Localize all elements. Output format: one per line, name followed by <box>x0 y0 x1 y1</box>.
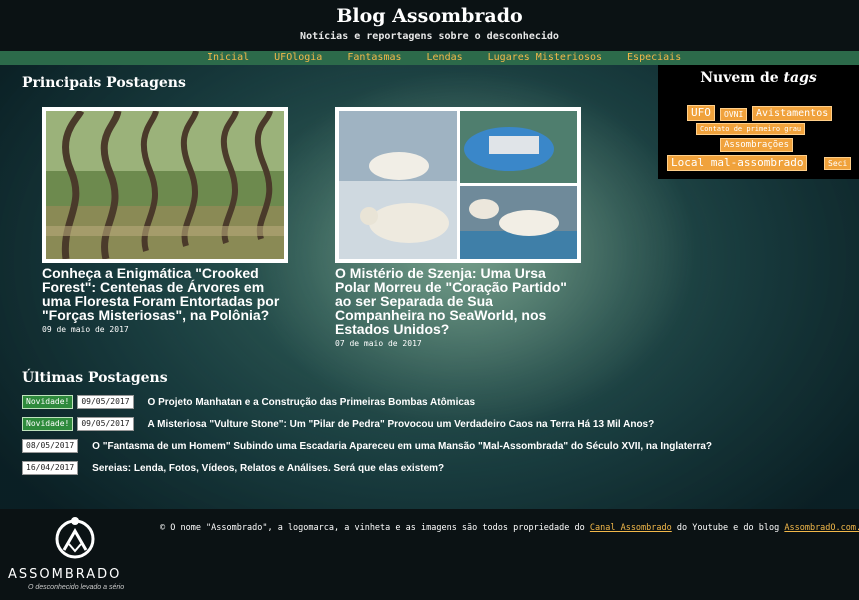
nav-item-lugares-misteriosos[interactable]: Lugares Misteriosos <box>488 51 602 64</box>
latest-post-title[interactable]: Sereias: Lenda, Fotos, Vídeos, Relatos e… <box>92 463 444 474</box>
site-subtitle: Notícias e reportagens sobre o desconhec… <box>300 31 559 42</box>
post-thumbnail-forest[interactable] <box>42 107 288 263</box>
main-nav: Inicial UFOlogia Fantasmas Lendas Lugare… <box>0 51 859 65</box>
date-badge: 08/05/2017 <box>22 439 79 453</box>
post-thumbnail-polar-bears[interactable] <box>335 107 581 263</box>
blog-domain-link[interactable]: AssombradO.com.br <box>784 523 859 533</box>
tag-ufo[interactable]: UFO <box>687 105 715 121</box>
tag-ovni[interactable]: OVNI <box>720 108 748 121</box>
logo-slogan: O desconhecido levado a sério <box>28 584 125 591</box>
nav-item-ufologia[interactable]: UFOlogia <box>274 51 322 64</box>
latest-post-title[interactable]: O Projeto Manhatan e a Construção das Pr… <box>148 397 476 408</box>
nav-item-especiais[interactable]: Especiais <box>627 51 681 64</box>
tag-seci[interactable]: Seci <box>824 157 852 170</box>
tag-assombracoes[interactable]: Assombrações <box>720 138 794 152</box>
latest-post-row[interactable]: Novidade! 09/05/2017 A Misteriosa "Vultu… <box>22 417 654 431</box>
nav-item-fantasmas[interactable]: Fantasmas <box>347 51 401 64</box>
new-badge: Novidade! <box>22 417 74 431</box>
nav-item-lendas[interactable]: Lendas <box>427 51 463 64</box>
featured-post[interactable]: Conheça a Enigmática "Crooked Forest": C… <box>42 107 290 334</box>
site-header: Blog Assombrado Notícias e reportagens s… <box>0 0 859 51</box>
site-title[interactable]: Blog Assombrado <box>0 5 859 27</box>
canal-assombrado-link[interactable]: Canal Assombrado <box>590 523 672 533</box>
post-title[interactable]: O Mistério de Szenja: Uma Ursa Polar Mor… <box>335 266 583 336</box>
nav-item-inicial[interactable]: Inicial <box>207 51 249 64</box>
site-footer: ASSOMBRADO O desconhecido levado a sério… <box>0 509 859 600</box>
latest-post-title[interactable]: O "Fantasma de um Homem" Subindo uma Esc… <box>92 441 712 452</box>
date-badge: 09/05/2017 <box>77 417 134 431</box>
date-badge: 09/05/2017 <box>77 395 134 409</box>
post-date: 07 de maio de 2017 <box>335 339 422 348</box>
latest-section-title: Últimas Postagens <box>22 370 168 386</box>
post-date: 09 de maio de 2017 <box>42 325 129 334</box>
post-title[interactable]: Conheça a Enigmática "Crooked Forest": C… <box>42 266 290 322</box>
latest-post-row[interactable]: Novidade! 09/05/2017 O Projeto Manhatan … <box>22 395 475 409</box>
tag-contato-primeiro-grau[interactable]: Contato de primeiro grau <box>696 123 806 135</box>
latest-post-row[interactable]: 08/05/2017 O "Fantasma de um Homem" Subi… <box>22 439 712 453</box>
assombrado-logo-icon <box>55 517 95 559</box>
tag-avistamentos[interactable]: Avistamentos <box>752 106 833 121</box>
featured-post[interactable]: O Mistério de Szenja: Uma Ursa Polar Mor… <box>335 107 583 348</box>
date-badge: 16/04/2017 <box>22 461 79 475</box>
featured-section-title: Principais Postagens <box>22 75 186 91</box>
tag-local-mal-assombrado[interactable]: Local mal-assombrado <box>667 155 808 171</box>
tag-cloud-title: Nuvem de tags <box>700 70 817 86</box>
logo-wordmark: ASSOMBRADO <box>8 567 122 582</box>
new-badge: Novidade! <box>22 395 74 409</box>
footer-copyright: © O nome "Assombrado", a logomarca, a vi… <box>160 523 859 533</box>
latest-post-row[interactable]: 16/04/2017 Sereias: Lenda, Fotos, Vídeos… <box>22 461 444 475</box>
tag-cloud: Nuvem de tags UFO OVNI Avistamentos Cont… <box>658 65 859 179</box>
latest-post-title[interactable]: A Misteriosa "Vulture Stone": Um "Pilar … <box>148 419 655 430</box>
